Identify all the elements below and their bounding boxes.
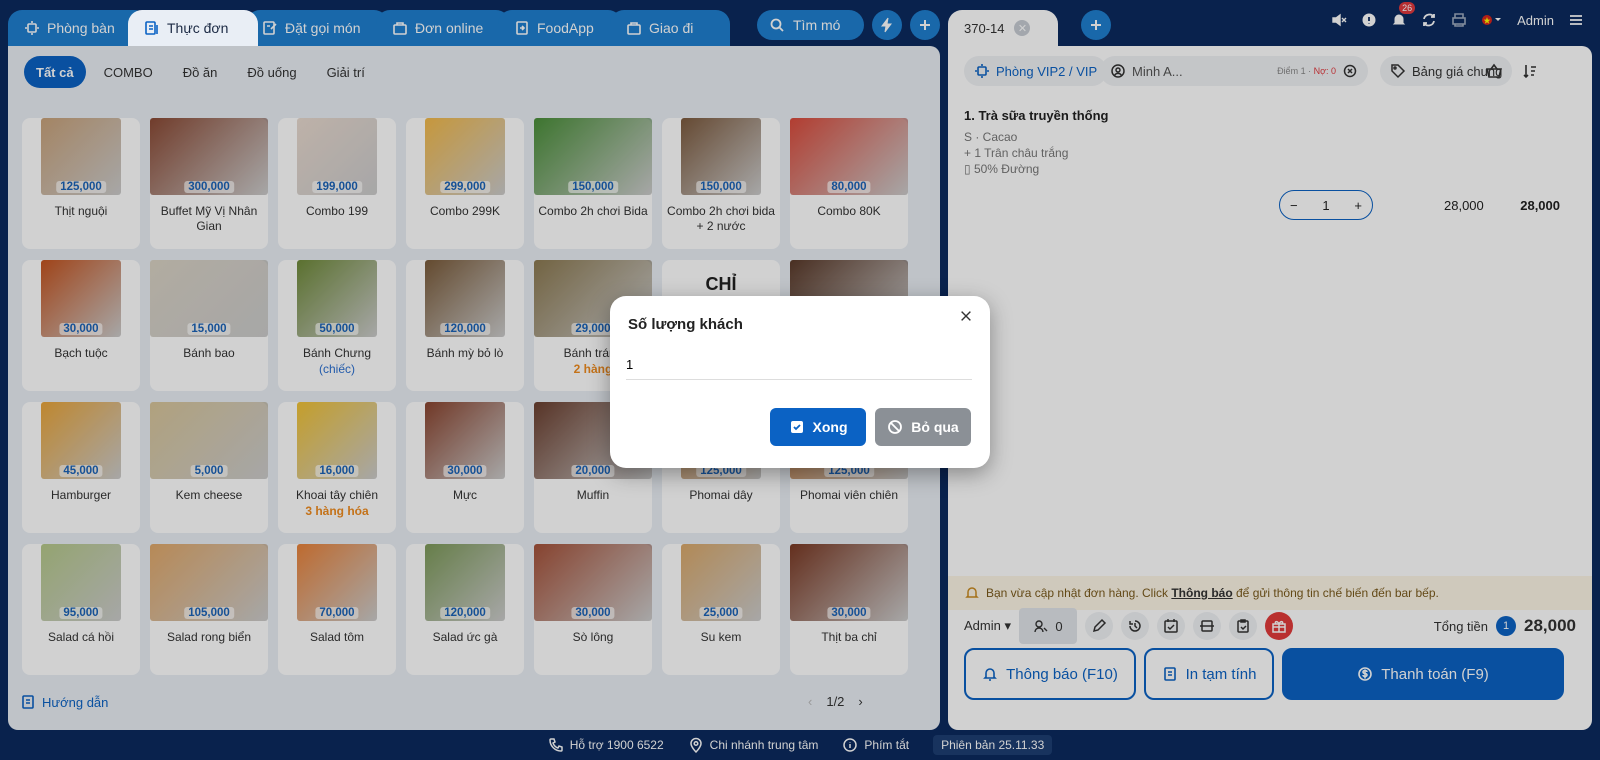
skip-button[interactable]: Bỏ qua	[875, 408, 971, 446]
tab-label: Thực đơn	[167, 20, 229, 36]
checkbox-icon	[789, 419, 805, 435]
tab-thuc-don[interactable]: Thực đơn	[128, 10, 258, 46]
close-icon[interactable]	[956, 306, 976, 326]
guest-count-dialog: Số lượng khách Xong Bỏ qua	[610, 296, 990, 468]
confirm-label: Xong	[812, 419, 848, 435]
confirm-button[interactable]: Xong	[770, 408, 866, 446]
ban-icon	[887, 419, 903, 435]
skip-label: Bỏ qua	[911, 419, 959, 435]
guest-count-input[interactable]	[626, 350, 972, 380]
dialog-title: Số lượng khách	[628, 316, 743, 333]
menu-icon	[144, 20, 160, 36]
